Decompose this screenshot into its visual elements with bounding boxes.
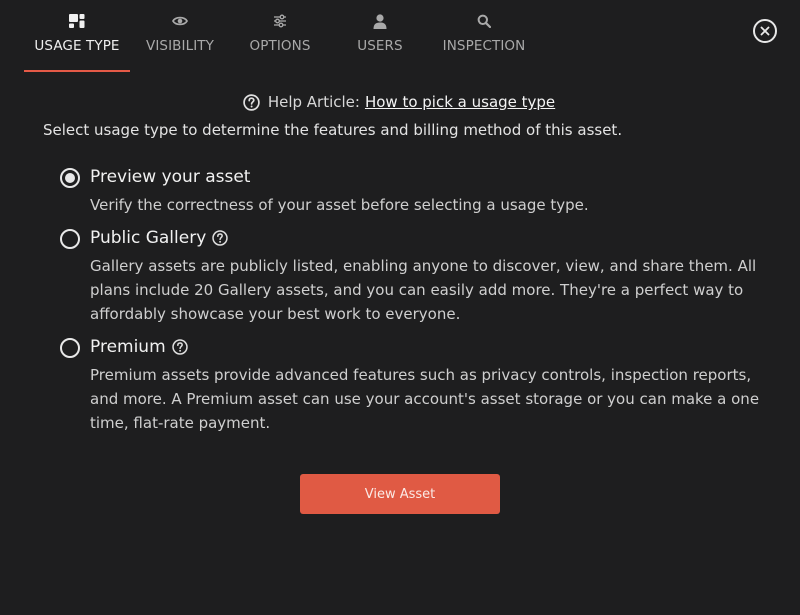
option-title[interactable]: Public Gallery [90, 228, 228, 248]
help-article: Help Article: How to pick a usage type [0, 93, 800, 111]
tab-label: OPTIONS [249, 38, 311, 54]
option-description: Gallery assets are publicly listed, enab… [90, 257, 757, 323]
option-title[interactable]: Premium [90, 337, 188, 357]
tab-usage-type[interactable]: USAGE TYPE [24, 0, 130, 72]
tab-label: USERS [357, 38, 403, 54]
help-prefix: Help Article: [267, 93, 360, 111]
eye-icon [172, 13, 188, 29]
help-article-link[interactable]: How to pick a usage type [365, 93, 555, 111]
option-title-text: Public Gallery [90, 228, 207, 248]
option-title-text: Premium [90, 337, 166, 357]
tab-users[interactable]: USERS [330, 0, 430, 72]
premium-radio[interactable] [60, 338, 80, 358]
option-description: Verify the correctness of your asset bef… [90, 196, 589, 214]
tab-options[interactable]: OPTIONS [230, 0, 330, 72]
tab-label: VISIBILITY [145, 38, 214, 54]
question-circle-icon[interactable] [171, 339, 188, 355]
intro-text: Select usage type to determine the featu… [43, 121, 623, 139]
tab-label: USAGE TYPE [34, 38, 120, 54]
option-description: Premium assets provide advanced features… [90, 366, 760, 432]
public-gallery-radio[interactable] [60, 229, 80, 249]
question-circle-icon[interactable] [212, 230, 228, 246]
option-title-text: Preview your asset [90, 167, 251, 187]
preview-radio[interactable] [60, 168, 80, 188]
user-icon [373, 13, 387, 29]
search-icon [477, 13, 491, 29]
tab-inspection[interactable]: INSPECTION [430, 0, 538, 72]
option-title[interactable]: Preview your asset [90, 167, 250, 187]
tab-bar: USAGE TYPE VISIBILITY OPTIONS USERS INSP… [24, 0, 538, 72]
close-button[interactable] [753, 19, 777, 43]
close-icon [760, 26, 770, 36]
tab-visibility[interactable]: VISIBILITY [130, 0, 230, 72]
tab-label: INSPECTION [442, 38, 526, 54]
usage-type-icon [69, 13, 85, 29]
question-circle-icon [243, 93, 260, 111]
view-asset-button[interactable]: View Asset [300, 474, 500, 514]
sliders-icon [273, 13, 287, 29]
